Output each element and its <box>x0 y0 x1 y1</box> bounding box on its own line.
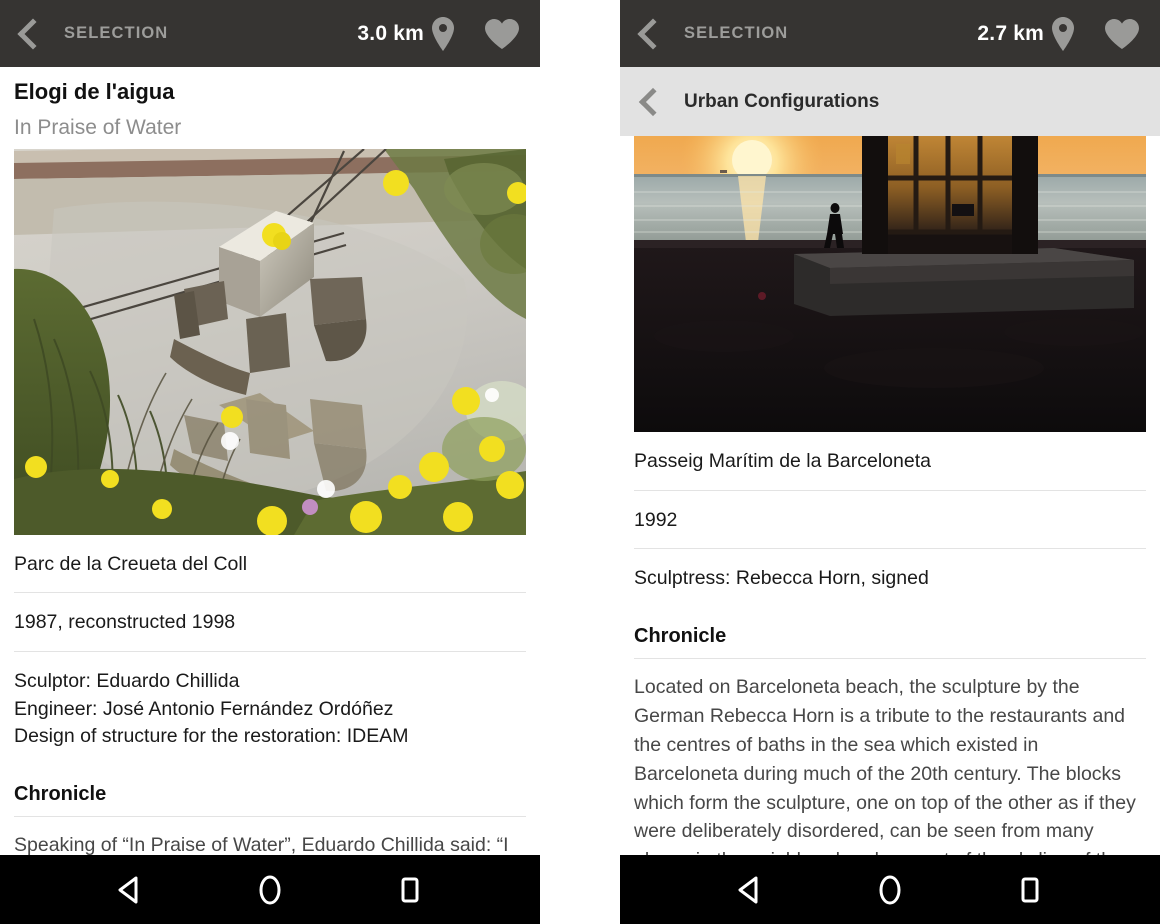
home-circle-icon <box>879 875 901 904</box>
subheader-back-button[interactable] <box>630 82 670 122</box>
artwork-photo[interactable] <box>634 136 1146 432</box>
chevron-left-icon <box>636 17 669 50</box>
info-row-location: Parc de la Creueta del Coll <box>14 535 526 594</box>
screenshot-root: SELECTION 3.0 km Elogi de l'aigua In Pra… <box>0 0 1160 924</box>
android-nav-bar <box>0 855 540 924</box>
nav-back-button[interactable] <box>100 860 160 920</box>
map-pin-icon[interactable] <box>1048 14 1078 54</box>
photo-container <box>0 148 540 535</box>
info-rows: Passeig Marítim de la Barceloneta 1992 S… <box>620 432 1160 855</box>
app-bar: SELECTION 3.0 km <box>0 0 540 67</box>
artwork-title: Elogi de l'aigua <box>14 79 175 104</box>
info-row-year: 1992 <box>634 491 1146 550</box>
back-button[interactable] <box>10 14 50 54</box>
info-rows: Parc de la Creueta del Coll 1987, recons… <box>0 535 540 855</box>
nav-recents-button[interactable] <box>380 860 440 920</box>
photo-container <box>620 136 1160 432</box>
map-pin-icon[interactable] <box>428 14 458 54</box>
back-triangle-icon <box>118 876 138 903</box>
panel-gap <box>540 0 620 924</box>
phone-panel-right: SELECTION 2.7 km Urban Configurations Pa… <box>620 0 1160 924</box>
detail-content-left: Elogi de l'aigua In Praise of Water Parc… <box>0 67 540 855</box>
collection-title: Urban Configurations <box>684 90 880 112</box>
chronicle-text: Speaking of “In Praise of Water”, Eduard… <box>14 834 509 855</box>
info-row-credits: Sculptor: Eduardo Chillida Engineer: Jos… <box>14 669 409 748</box>
favorite-heart-icon[interactable] <box>1100 14 1144 54</box>
recents-square-icon <box>1021 877 1039 902</box>
collection-subheader[interactable]: Urban Configurations <box>620 67 1160 136</box>
distance-label: 2.7 km <box>977 21 1044 45</box>
chronicle-heading: Chronicle <box>14 765 526 818</box>
back-button[interactable] <box>630 14 670 54</box>
nav-home-button[interactable] <box>860 860 920 920</box>
artwork-subtitle: In Praise of Water <box>14 116 182 140</box>
chevron-left-icon <box>638 87 667 116</box>
home-circle-icon <box>259 875 281 904</box>
phone-panel-left: SELECTION 3.0 km Elogi de l'aigua In Pra… <box>0 0 540 924</box>
chronicle-heading: Chronicle <box>634 607 1146 660</box>
app-bar-title: SELECTION <box>64 24 169 42</box>
chronicle-text: Located on Barceloneta beach, the sculpt… <box>634 676 1136 855</box>
app-bar: SELECTION 2.7 km <box>620 0 1160 67</box>
phone-viewport-left: SELECTION 3.0 km Elogi de l'aigua In Pra… <box>0 0 540 855</box>
info-row-location: Passeig Marítim de la Barceloneta <box>634 432 1146 491</box>
chevron-left-icon <box>16 17 49 50</box>
artwork-photo[interactable] <box>14 148 526 535</box>
info-row-credits: Sculptress: Rebecca Horn, signed <box>634 567 929 590</box>
info-row-year: 1987, reconstructed 1998 <box>14 593 526 652</box>
recents-square-icon <box>401 877 419 902</box>
back-triangle-icon <box>738 876 758 903</box>
nav-home-button[interactable] <box>240 860 300 920</box>
detail-content-right: Passeig Marítim de la Barceloneta 1992 S… <box>620 136 1160 855</box>
android-nav-bar <box>620 855 1160 924</box>
distance-label: 3.0 km <box>357 21 424 45</box>
title-block: Elogi de l'aigua In Praise of Water <box>0 67 540 149</box>
favorite-heart-icon[interactable] <box>480 14 524 54</box>
nav-back-button[interactable] <box>720 860 780 920</box>
nav-recents-button[interactable] <box>1000 860 1060 920</box>
phone-viewport-right: SELECTION 2.7 km Urban Configurations Pa… <box>620 0 1160 855</box>
app-bar-title: SELECTION <box>684 24 789 42</box>
